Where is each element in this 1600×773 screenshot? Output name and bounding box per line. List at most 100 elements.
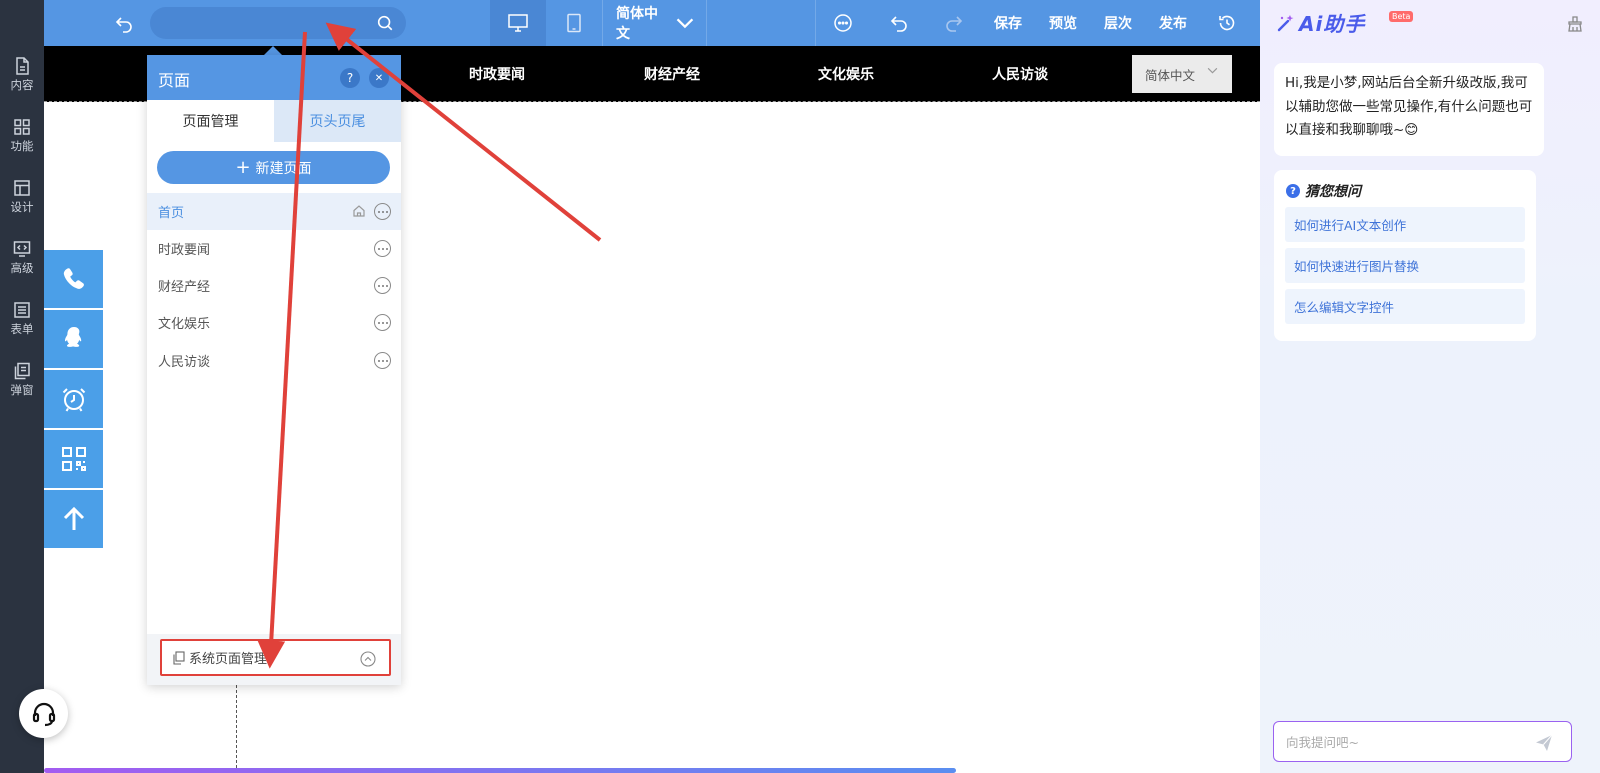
form-icon (14, 302, 30, 318)
panel-header: 页面 ? ✕ (147, 55, 401, 100)
system-pages-label: 系统页面管理 (189, 652, 268, 667)
left-sidebar: 内容 功能 设计 高级 表单 弹窗 (0, 0, 44, 773)
suggestion-item[interactable]: 如何进行AI文本创作 (1285, 207, 1525, 242)
guide-line (236, 680, 237, 773)
layers-button[interactable]: 层次 (1096, 0, 1140, 46)
sidebar-item-form[interactable]: 表单 (0, 290, 44, 346)
sidebar-item-popup[interactable]: 弹窗 (0, 351, 44, 407)
ai-chat-input[interactable] (1286, 732, 1526, 752)
page-name: 首页 (158, 206, 185, 221)
copy-pages-icon (173, 650, 185, 665)
sidebar-label-content: 内容 (10, 78, 34, 92)
more-options-icon[interactable] (374, 352, 391, 369)
page-name: 文化娱乐 (158, 317, 211, 332)
system-pages-bar: 系统页面管理 (147, 634, 401, 685)
site-language-label: 简体中文 (1145, 67, 1196, 83)
undo-arrow-icon (115, 17, 132, 33)
toolbar-divider (602, 0, 603, 46)
suggestion-item[interactable]: 如何快速进行图片替换 (1285, 248, 1525, 283)
page-row[interactable]: 首页 (147, 193, 401, 230)
redo-button[interactable] (935, 0, 973, 46)
more-options-icon[interactable] (374, 277, 391, 294)
search-box (150, 7, 406, 39)
new-page-button[interactable]: + 新建页面 (157, 151, 390, 184)
page-row[interactable]: 文化娱乐 (147, 304, 401, 341)
preview-label: 预览 (1049, 16, 1077, 32)
help-icon[interactable]: ? (340, 68, 360, 88)
chevron-down-icon (1207, 67, 1218, 74)
undo-button[interactable] (880, 0, 918, 46)
phone-widget[interactable] (44, 250, 103, 308)
mobile-view-button[interactable] (546, 0, 602, 46)
search-input[interactable] (162, 11, 370, 35)
qrcode-widget[interactable] (44, 430, 103, 488)
tab-page-management[interactable]: 页面管理 (147, 100, 274, 142)
back-to-top-widget[interactable] (44, 490, 103, 548)
panel-title: 页面 (158, 71, 191, 90)
tab-header-footer[interactable]: 页头页尾 (274, 100, 401, 142)
ai-greeting-bubble: Hi,我是小梦,网站后台全新升级改版,我可以辅助您做一些常见操作,有什么问题也可… (1274, 63, 1544, 156)
chevron-up-icon (360, 651, 376, 667)
close-icon[interactable]: ✕ (369, 68, 389, 88)
new-page-label: 新建页面 (255, 160, 312, 177)
history-button[interactable] (1207, 0, 1247, 46)
customer-support-button[interactable] (19, 689, 68, 738)
suggestion-item[interactable]: 怎么编辑文字控件 (1285, 289, 1525, 324)
language-select[interactable]: 简体中文 (616, 0, 694, 46)
ai-chat-input-box (1273, 721, 1572, 762)
more-options-button[interactable] (824, 0, 862, 46)
popup-icon (14, 362, 30, 380)
more-options-icon[interactable] (374, 314, 391, 331)
beta-badge: Beta (1389, 11, 1414, 22)
page-row[interactable]: 时政要闻 (147, 230, 401, 267)
page-name: 时政要闻 (158, 243, 211, 258)
back-button[interactable] (106, 0, 142, 46)
clear-chat-button[interactable] (1566, 15, 1584, 33)
page-row[interactable]: 人民访谈 (147, 342, 401, 379)
system-page-management-button[interactable]: 系统页面管理 (160, 639, 391, 676)
magic-wand-icon (1277, 14, 1294, 31)
desktop-view-button[interactable] (490, 0, 546, 46)
more-options-icon[interactable] (374, 240, 391, 257)
page-name: 人民访谈 (158, 355, 211, 370)
publish-button[interactable]: 发布 (1151, 0, 1195, 46)
qq-penguin-icon (64, 327, 81, 347)
nav-link-interviews[interactable]: 人民访谈 (977, 46, 1063, 102)
nav-link-culture[interactable]: 文化娱乐 (803, 46, 889, 102)
search-icon[interactable] (376, 14, 394, 32)
send-icon[interactable] (1534, 733, 1554, 753)
chevron-down-icon (676, 18, 694, 29)
grid-icon (14, 119, 30, 135)
toolbar-divider (706, 0, 707, 46)
sidebar-item-design[interactable]: 设计 (0, 168, 44, 224)
sidebar-label-form: 表单 (10, 322, 34, 336)
sidebar-item-advanced[interactable]: 高级 (0, 229, 44, 285)
sidebar-item-features[interactable]: 功能 (0, 107, 44, 163)
page-name: 财经产经 (158, 280, 211, 295)
code-icon (13, 241, 31, 257)
save-button[interactable]: 保存 (986, 0, 1030, 46)
loading-progress-bar (44, 768, 1260, 773)
page-row[interactable]: 财经产经 (147, 267, 401, 304)
more-circle-icon (834, 14, 852, 32)
sidebar-item-content[interactable]: 内容 (0, 46, 44, 102)
site-language-select[interactable]: 简体中文 (1132, 55, 1232, 93)
question-icon: ? (1286, 184, 1300, 198)
nav-link-politics[interactable]: 时政要闻 (454, 46, 540, 102)
nav-link-finance[interactable]: 财经产经 (629, 46, 715, 102)
preview-button[interactable]: 预览 (1041, 0, 1085, 46)
language-label: 简体中文 (616, 6, 658, 42)
headset-icon (32, 702, 55, 726)
alarm-widget[interactable] (44, 370, 103, 428)
plus-icon: + (235, 156, 251, 178)
redo-icon (946, 16, 963, 32)
layout-icon (14, 180, 30, 196)
mobile-icon (567, 13, 581, 33)
editor-toolbar: 简体中文 保存 预览 层次 发布 (44, 0, 1260, 46)
suggested-questions-label: 猜您想问 (1305, 184, 1361, 200)
qq-widget[interactable] (44, 310, 103, 368)
home-icon[interactable] (352, 204, 366, 218)
undo-icon (890, 16, 907, 32)
more-options-icon[interactable] (374, 203, 391, 220)
sidebar-label-features: 功能 (10, 139, 34, 153)
